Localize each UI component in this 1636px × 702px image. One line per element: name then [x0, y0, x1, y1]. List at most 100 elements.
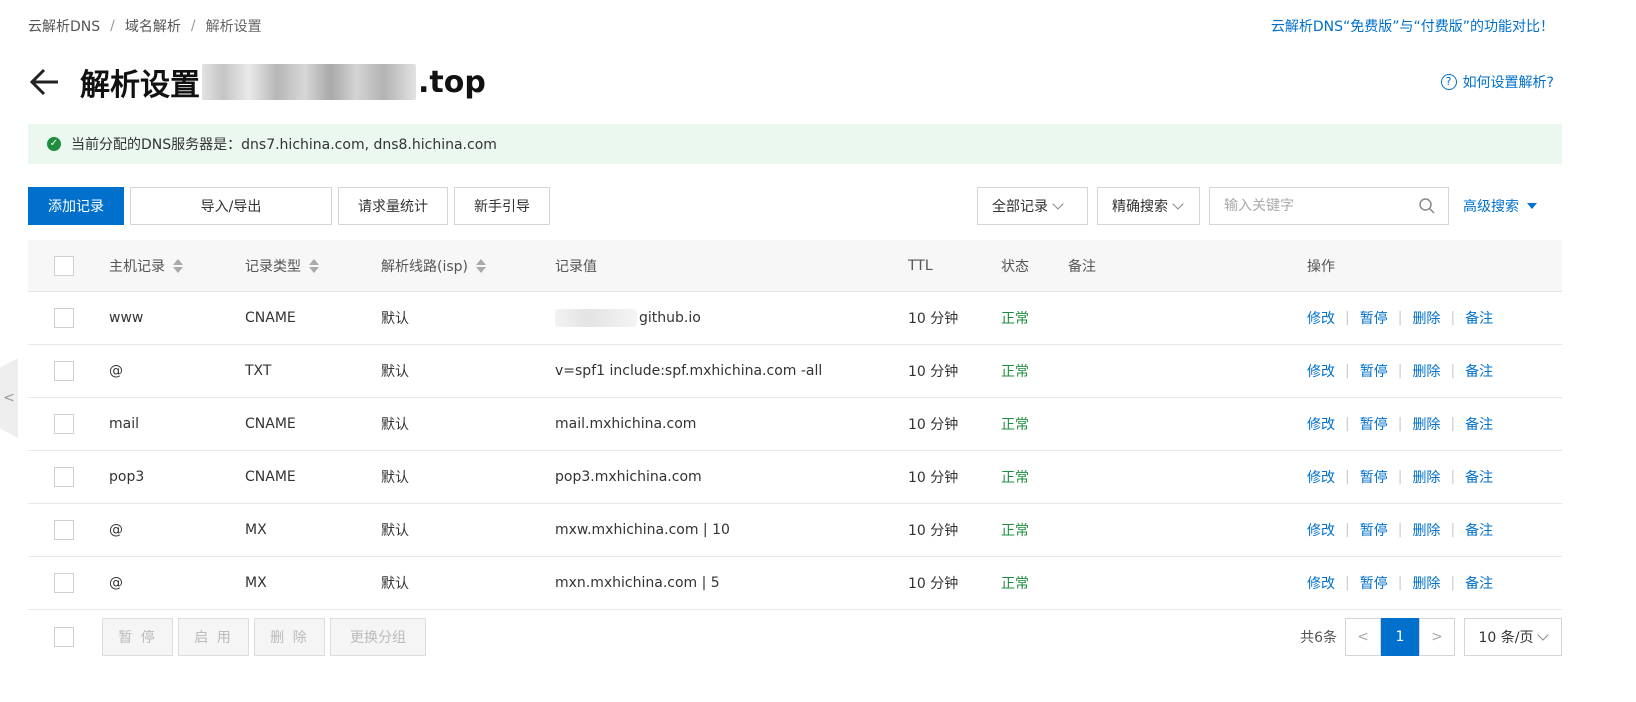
row-checkbox[interactable] [54, 361, 74, 381]
cell-host: pop3 [109, 469, 145, 485]
search-mode-select[interactable]: 精确搜索 [1097, 187, 1200, 225]
sort-icon[interactable] [309, 258, 319, 274]
ops-separator: | [1397, 310, 1403, 326]
header-line[interactable]: 解析线路(isp) [381, 240, 486, 291]
footer-select-all-checkbox[interactable] [54, 627, 74, 647]
records-table: 主机记录 记录类型 解析线路(isp) 记录值 TTL 状态 备注 操作 www… [28, 240, 1562, 610]
table-header: 主机记录 记录类型 解析线路(isp) 记录值 TTL 状态 备注 操作 [28, 240, 1562, 292]
row-checkbox[interactable] [54, 520, 74, 540]
record-filter-select[interactable]: 全部记录 [977, 187, 1088, 225]
page-title-suffix: .top [418, 64, 486, 100]
edit-link[interactable]: 修改 [1307, 361, 1335, 381]
edit-link[interactable]: 修改 [1307, 520, 1335, 540]
next-page-button[interactable]: > [1419, 618, 1455, 656]
select-all-checkbox[interactable] [54, 255, 74, 276]
delete-link[interactable]: 删除 [1412, 414, 1440, 434]
ops-separator: | [1397, 416, 1403, 432]
table-row: www CNAME 默认 github.io 10 分钟 正常 修改 | 暂停 | 删除 | 备注 [28, 292, 1562, 345]
table-row: pop3 CNAME 默认 pop3.mxhichina.com 10 分钟 正常 修改 | 暂… [28, 451, 1562, 504]
beginner-guide-button[interactable]: 新手引导 [454, 187, 550, 225]
header-type[interactable]: 记录类型 [245, 240, 319, 291]
back-arrow-icon[interactable] [28, 65, 62, 99]
delete-link[interactable]: 删除 [1412, 308, 1440, 328]
row-checkbox[interactable] [54, 308, 74, 328]
delete-link[interactable]: 删除 [1412, 573, 1440, 593]
ops-separator: | [1345, 575, 1350, 591]
header-ops: 操作 [1307, 258, 1335, 275]
ops-separator: | [1397, 522, 1403, 538]
ops-separator: | [1345, 363, 1350, 379]
change-group-button[interactable]: 更换分组 [330, 618, 426, 656]
batch-pause-button[interactable]: 暂 停 [102, 618, 173, 656]
delete-link[interactable]: 删除 [1412, 520, 1440, 540]
side-collapse-tab[interactable]: < [0, 358, 18, 438]
search-icon[interactable] [1418, 197, 1436, 215]
chevron-down-icon [1537, 629, 1550, 641]
pause-link[interactable]: 暂停 [1360, 361, 1388, 381]
remark-link[interactable]: 备注 [1465, 520, 1493, 540]
add-record-button[interactable]: 添加记录 [28, 187, 124, 225]
header-ttl: TTL [908, 257, 933, 274]
toolbar: 添加记录 导入/导出 请求量统计 新手引导 [28, 187, 550, 225]
delete-link[interactable]: 删除 [1412, 361, 1440, 381]
chevron-left-icon: < [3, 390, 15, 406]
help-link[interactable]: ? 如何设置解析? [1440, 72, 1554, 92]
page-size-select[interactable]: 10 条/页 [1464, 618, 1562, 656]
remark-link[interactable]: 备注 [1465, 573, 1493, 593]
remark-link[interactable]: 备注 [1465, 361, 1493, 381]
cell-type: CNAME [245, 469, 296, 485]
cell-type: MX [245, 575, 267, 591]
breadcrumb-item-dns[interactable]: 云解析DNS [28, 16, 100, 36]
cell-host: @ [109, 363, 123, 379]
header-host[interactable]: 主机记录 [109, 240, 183, 291]
delete-link[interactable]: 删除 [1412, 467, 1440, 487]
pause-link[interactable]: 暂停 [1360, 573, 1388, 593]
pause-link[interactable]: 暂停 [1360, 414, 1388, 434]
blurred-domain [202, 64, 416, 100]
breadcrumb-item-domain[interactable]: 域名解析 [125, 16, 181, 36]
remark-link[interactable]: 备注 [1465, 414, 1493, 434]
prev-page-button[interactable]: < [1345, 618, 1381, 656]
cell-status: 正常 [1001, 364, 1029, 380]
edit-link[interactable]: 修改 [1307, 308, 1335, 328]
advanced-search-toggle[interactable]: 高级搜索 [1463, 196, 1537, 216]
cell-type: CNAME [245, 310, 296, 326]
help-link-label: 如何设置解析? [1462, 75, 1554, 91]
batch-enable-button[interactable]: 启 用 [178, 618, 249, 656]
edit-link[interactable]: 修改 [1307, 467, 1335, 487]
remark-link[interactable]: 备注 [1465, 467, 1493, 487]
batch-delete-button[interactable]: 删 除 [254, 618, 325, 656]
sort-icon[interactable] [476, 258, 486, 274]
pause-link[interactable]: 暂停 [1360, 520, 1388, 540]
ops-separator: | [1345, 469, 1350, 485]
search-box [1209, 187, 1449, 225]
import-export-button[interactable]: 导入/导出 [130, 187, 332, 225]
row-checkbox[interactable] [54, 467, 74, 487]
remark-link[interactable]: 备注 [1465, 308, 1493, 328]
ops-separator: | [1450, 575, 1456, 591]
search-input[interactable] [1222, 197, 1402, 215]
cell-value-text: pop3.mxhichina.com [555, 469, 702, 485]
cell-value-text: mail.mxhichina.com [555, 416, 697, 432]
row-checkbox[interactable] [54, 573, 74, 593]
edit-link[interactable]: 修改 [1307, 573, 1335, 593]
sort-icon[interactable] [173, 258, 183, 274]
pause-link[interactable]: 暂停 [1360, 308, 1388, 328]
cell-ttl: 10 分钟 [908, 364, 959, 380]
request-stats-button[interactable]: 请求量统计 [338, 187, 448, 225]
table-row: @ MX 默认 mxw.mxhichina.com | 10 10 分钟 正常 修改 | 暂停 |… [28, 504, 1562, 557]
table-row: mail CNAME 默认 mail.mxhichina.com 10 分钟 正常 修改 | 暂… [28, 398, 1562, 451]
edit-link[interactable]: 修改 [1307, 414, 1335, 434]
cell-status: 正常 [1001, 417, 1029, 433]
cell-line: 默认 [381, 417, 409, 433]
row-checkbox[interactable] [54, 414, 74, 434]
table-body: www CNAME 默认 github.io 10 分钟 正常 修改 | 暂停 | 删除 | 备注 @ TX… [28, 292, 1562, 610]
page-1-button[interactable]: 1 [1381, 618, 1419, 656]
blurred-value-prefix [555, 309, 637, 327]
version-compare-link[interactable]: 云解析DNS“免费版”与“付费版”的功能对比！ [1271, 16, 1554, 36]
pause-link[interactable]: 暂停 [1360, 467, 1388, 487]
chevron-down-icon [1052, 198, 1064, 210]
page-size-value: 10 条/页 [1478, 630, 1534, 646]
filters: 全部记录 精确搜索 高级搜索 [977, 187, 1537, 225]
cell-value: pop3.mxhichina.com [555, 451, 702, 503]
